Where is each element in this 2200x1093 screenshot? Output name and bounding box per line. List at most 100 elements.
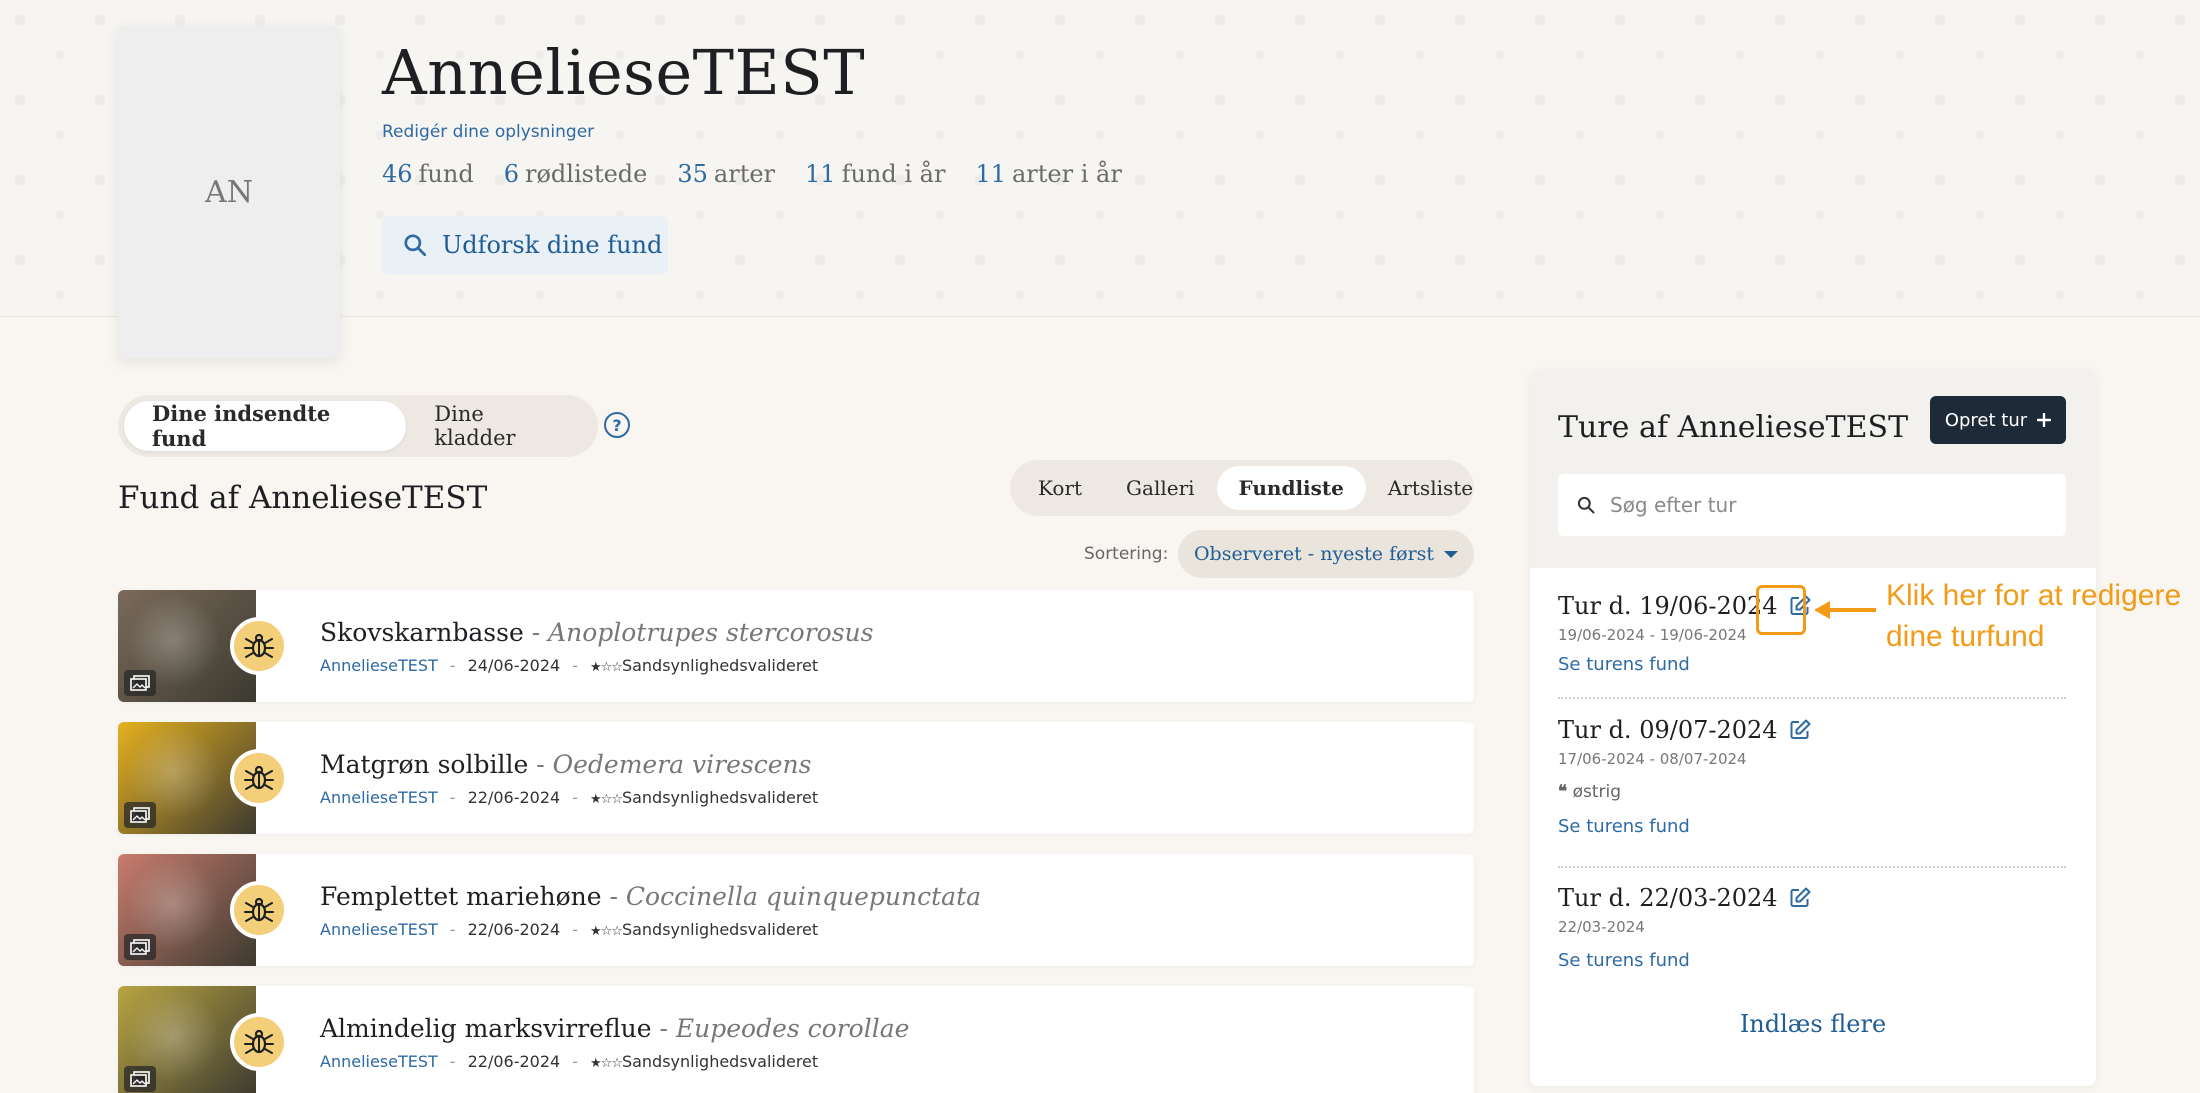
trip-dates: 17/06-2024 - 08/07-2024	[1558, 750, 1747, 768]
trips-panel-title: Ture af AnnelieseTEST	[1558, 410, 1909, 445]
find-date: 24/06-2024	[467, 656, 561, 675]
species-common-name: Skovskarnbasse	[320, 618, 524, 647]
trip-search-field[interactable]	[1558, 474, 2066, 536]
stat-number: 35	[677, 160, 708, 188]
annotation-text: Klik her for at redigere dine turfund	[1886, 576, 2181, 657]
sort-dropdown[interactable]: Observeret - nyeste først	[1178, 530, 1474, 578]
validation-status: Sandsynlighedsvalideret	[621, 656, 819, 675]
stat-finds[interactable]: 46 fund	[382, 160, 474, 188]
annotation-line: Klik her for at redigere	[1886, 579, 2182, 612]
avatar-initials: AN	[205, 174, 253, 210]
stat-label: arter	[713, 160, 776, 188]
find-date: 22/06-2024	[467, 788, 561, 807]
quote-icon: ❝	[1558, 782, 1568, 802]
finds-type-tabs: Dine indsendte fund Dine kladder	[118, 395, 598, 457]
help-icon[interactable]: ?	[604, 412, 630, 438]
find-row[interactable]: Almindelig marksvirreflue - Eupeodes cor…	[118, 986, 1474, 1093]
tab-drafts[interactable]: Dine kladder	[406, 401, 592, 451]
find-name[interactable]: Almindelig marksvirreflue - Eupeodes cor…	[320, 1014, 909, 1043]
explore-finds-label: Udforsk dine fund	[442, 231, 663, 259]
species-common-name: Matgrøn solbille	[320, 750, 529, 779]
page-title: AnnelieseTEST	[382, 36, 866, 109]
tab-map[interactable]: Kort	[1016, 466, 1104, 510]
annotation-line: dine turfund	[1886, 619, 2045, 653]
create-trip-label: Opret tur	[1944, 409, 2028, 431]
explore-finds-button[interactable]: Udforsk dine fund	[382, 216, 668, 274]
validation-stars: ★☆☆	[589, 924, 623, 939]
validation-status: Sandsynlighedsvalideret	[621, 1052, 819, 1071]
validation-stars: ★☆☆	[589, 660, 623, 675]
stat-label: fund i år	[841, 160, 946, 188]
species-latin-name: Anoplotrupes stercorosus	[548, 618, 874, 647]
search-icon	[1577, 496, 1595, 514]
load-more-button[interactable]: Indlæs flere	[1530, 1010, 2096, 1038]
divider	[1558, 697, 2066, 699]
stat-number: 11	[805, 160, 836, 188]
tab-gallery[interactable]: Galleri	[1104, 466, 1217, 510]
name-separator: -	[651, 1014, 676, 1043]
insect-category-icon	[230, 881, 288, 939]
find-row[interactable]: Skovskarnbasse - Anoplotrupes stercorosu…	[118, 590, 1474, 702]
validation-status: Sandsynlighedsvalideret	[621, 788, 819, 807]
trip-search-input[interactable]	[1610, 493, 2030, 517]
name-separator: -	[523, 618, 549, 647]
find-name[interactable]: Skovskarnbasse - Anoplotrupes stercorosu…	[320, 618, 873, 647]
gallery-icon	[124, 670, 156, 696]
name-separator: -	[601, 882, 626, 911]
species-latin-name: Oedemera virescens	[552, 750, 812, 779]
validation-stars: ★☆☆	[589, 1056, 623, 1071]
insect-category-icon	[230, 617, 288, 675]
species-latin-name: Coccinella quinquepunctata	[625, 882, 982, 911]
trip-place-text: østrig	[1572, 782, 1621, 802]
avatar: AN	[118, 26, 340, 358]
validation-stars: ★☆☆	[589, 792, 623, 807]
find-row[interactable]: Femplettet mariehøne - Coccinella quinqu…	[118, 854, 1474, 966]
tab-submitted-finds[interactable]: Dine indsendte fund	[124, 401, 407, 451]
stat-label: rødlistede	[525, 160, 648, 188]
trip-item: Tur d. 22/03-2024 22/03-2024 Se turens f…	[1558, 884, 2066, 971]
species-common-name: Femplettet mariehøne	[320, 882, 602, 911]
sort-label: Sortering:	[1084, 544, 1169, 564]
search-icon	[404, 234, 427, 257]
stat-redlisted[interactable]: 6 rødlistede	[504, 160, 648, 188]
stat-species[interactable]: 35 arter	[677, 160, 775, 188]
trip-finds-link[interactable]: Se turens fund	[1558, 654, 2066, 675]
annotation-highlight-box	[1756, 585, 1806, 635]
trip-finds-link[interactable]: Se turens fund	[1558, 816, 2066, 837]
create-trip-button[interactable]: Opret tur	[1930, 396, 2066, 444]
find-user-link[interactable]: AnnelieseTEST	[320, 920, 438, 939]
find-meta: AnnelieseTEST -22/06-2024- ★☆☆Sandsynlighe…	[320, 1052, 819, 1071]
tab-species-list[interactable]: Artsliste	[1366, 466, 1495, 510]
name-separator: -	[528, 750, 553, 779]
species-latin-name: Eupeodes corollae	[675, 1014, 910, 1043]
trip-title: Tur d. 19/06-2024	[1558, 592, 1778, 620]
edit-profile-link[interactable]: Redigér dine oplysninger	[382, 122, 594, 142]
stat-number: 11	[975, 160, 1006, 188]
stat-label: arter i år	[1012, 160, 1122, 188]
edit-icon[interactable]	[1788, 886, 1812, 910]
finds-list: Skovskarnbasse - Anoplotrupes stercorosu…	[118, 590, 1474, 1093]
divider	[1558, 866, 2066, 868]
trip-item: Tur d. 09/07-2024 17/06-2024 - 08/07-202…	[1558, 716, 2066, 837]
sort-value: Observeret - nyeste først	[1193, 543, 1435, 565]
find-user-link[interactable]: AnnelieseTEST	[320, 1052, 438, 1071]
trip-finds-link[interactable]: Se turens fund	[1558, 950, 2066, 971]
trip-title: Tur d. 22/03-2024	[1558, 884, 1778, 912]
profile-stats: 46 fund 6 rødlistede 35 arter 11 fund i år 1…	[382, 160, 1152, 188]
trip-dates: 22/03-2024	[1558, 918, 1645, 936]
gallery-icon	[124, 934, 156, 960]
plus-icon	[2037, 413, 2052, 427]
find-user-link[interactable]: AnnelieseTEST	[320, 788, 438, 807]
stat-species-this-year[interactable]: 11 arter i år	[975, 160, 1121, 188]
edit-icon[interactable]	[1788, 718, 1812, 742]
trips-panel: Ture af AnnelieseTEST Opret tur Tur d. 1…	[1530, 370, 2096, 1086]
chevron-down-icon	[1444, 550, 1459, 558]
tab-find-list[interactable]: Fundliste	[1216, 466, 1366, 510]
find-row[interactable]: Matgrøn solbille - Oedemera virescens An…	[118, 722, 1474, 834]
trip-place: ❝ østrig	[1558, 782, 2066, 802]
stat-label: fund	[418, 160, 474, 188]
find-user-link[interactable]: AnnelieseTEST	[320, 656, 438, 675]
find-name[interactable]: Femplettet mariehøne - Coccinella quinqu…	[320, 882, 981, 911]
stat-finds-this-year[interactable]: 11 fund i år	[805, 160, 945, 188]
find-name[interactable]: Matgrøn solbille - Oedemera virescens	[320, 750, 811, 779]
